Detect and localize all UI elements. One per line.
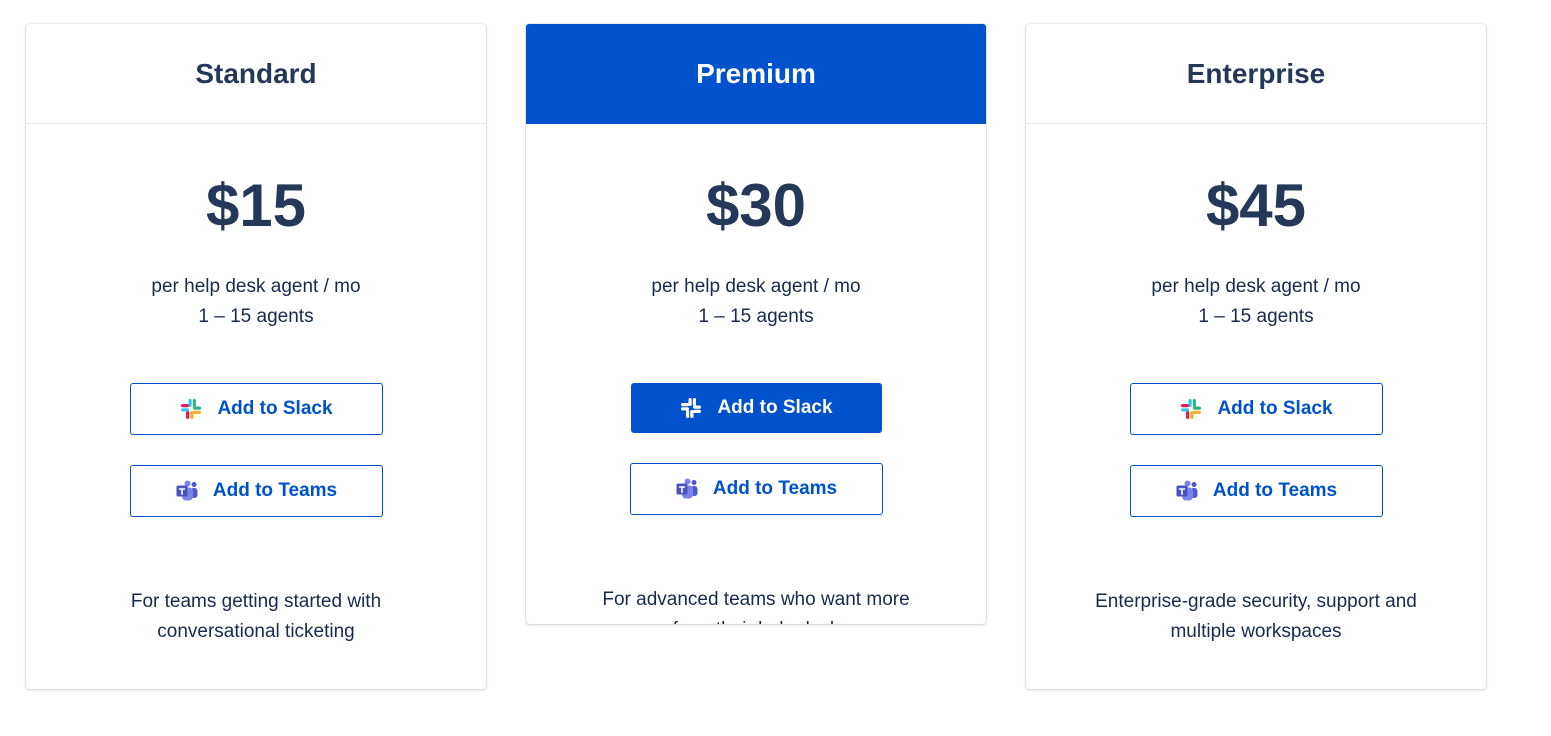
tagline-line: Enterprise-grade security, support and	[1095, 591, 1417, 612]
price-unit: per help desk agent / mo	[151, 276, 361, 297]
price-description: per help desk agent / mo 1 – 15 agents	[26, 272, 486, 332]
plan-tagline: For advanced teams who want more from th…	[526, 585, 986, 624]
price-description: per help desk agent / mo 1 – 15 agents	[1026, 272, 1486, 332]
plan-header: Standard	[26, 24, 486, 124]
add-to-slack-label: Add to Slack	[217, 398, 333, 419]
microsoft-teams-icon	[176, 480, 198, 501]
slack-icon	[181, 399, 202, 419]
plan-price: $15	[205, 172, 307, 239]
add-to-slack-button[interactable]: Add to Slack	[630, 383, 882, 433]
plan-tagline: Enterprise-grade security, support and m…	[1026, 587, 1486, 647]
add-to-slack-button[interactable]: Add to Slack	[1129, 383, 1383, 435]
add-to-slack-label: Add to Slack	[717, 397, 833, 418]
plan-price: $30	[705, 172, 807, 239]
slack-icon	[1181, 399, 1202, 419]
add-to-teams-button[interactable]: Add to Teams	[129, 465, 383, 517]
tagline-line: conversational ticketing	[157, 621, 355, 642]
plan-header: Premium	[526, 24, 986, 124]
add-to-teams-label: Add to Teams	[1212, 480, 1338, 501]
plan-price: $45	[1205, 172, 1307, 239]
plan-tagline: For teams getting started with conversat…	[26, 587, 486, 647]
add-to-slack-button[interactable]: Add to Slack	[129, 383, 383, 435]
add-to-teams-label: Add to Teams	[212, 480, 338, 501]
pricing-table: Standard $15 per help desk agent / mo 1 …	[0, 0, 1551, 736]
microsoft-teams-icon	[676, 478, 698, 499]
price-description: per help desk agent / mo 1 – 15 agents	[526, 272, 986, 332]
agent-range: 1 – 15 agents	[698, 306, 814, 327]
tagline-line: from their help desk	[566, 615, 946, 624]
tagline-line: For advanced teams who want more	[602, 589, 910, 610]
plan-card-enterprise: Enterprise $45 per help desk agent / mo …	[1026, 24, 1486, 689]
add-to-teams-label: Add to Teams	[712, 478, 838, 499]
plan-name: Enterprise	[1186, 57, 1326, 89]
add-to-teams-button[interactable]: Add to Teams	[1129, 465, 1383, 517]
plan-card-standard: Standard $15 per help desk agent / mo 1 …	[26, 24, 486, 689]
plan-card-premium: Premium $30 per help desk agent / mo 1 –…	[526, 24, 986, 624]
microsoft-teams-icon	[1176, 480, 1198, 501]
agent-range: 1 – 15 agents	[1198, 306, 1314, 327]
agent-range: 1 – 15 agents	[198, 306, 314, 327]
slack-icon	[681, 398, 702, 418]
plan-name: Standard	[195, 57, 317, 89]
price-unit: per help desk agent / mo	[1151, 276, 1361, 297]
plan-name: Premium	[696, 58, 816, 89]
plan-header: Enterprise	[1026, 24, 1486, 124]
tagline-line: For teams getting started with	[130, 591, 382, 612]
tagline-line: multiple workspaces	[1170, 621, 1342, 642]
price-unit: per help desk agent / mo	[651, 276, 861, 297]
add-to-slack-label: Add to Slack	[1217, 398, 1333, 419]
add-to-teams-button[interactable]: Add to Teams	[629, 463, 883, 515]
